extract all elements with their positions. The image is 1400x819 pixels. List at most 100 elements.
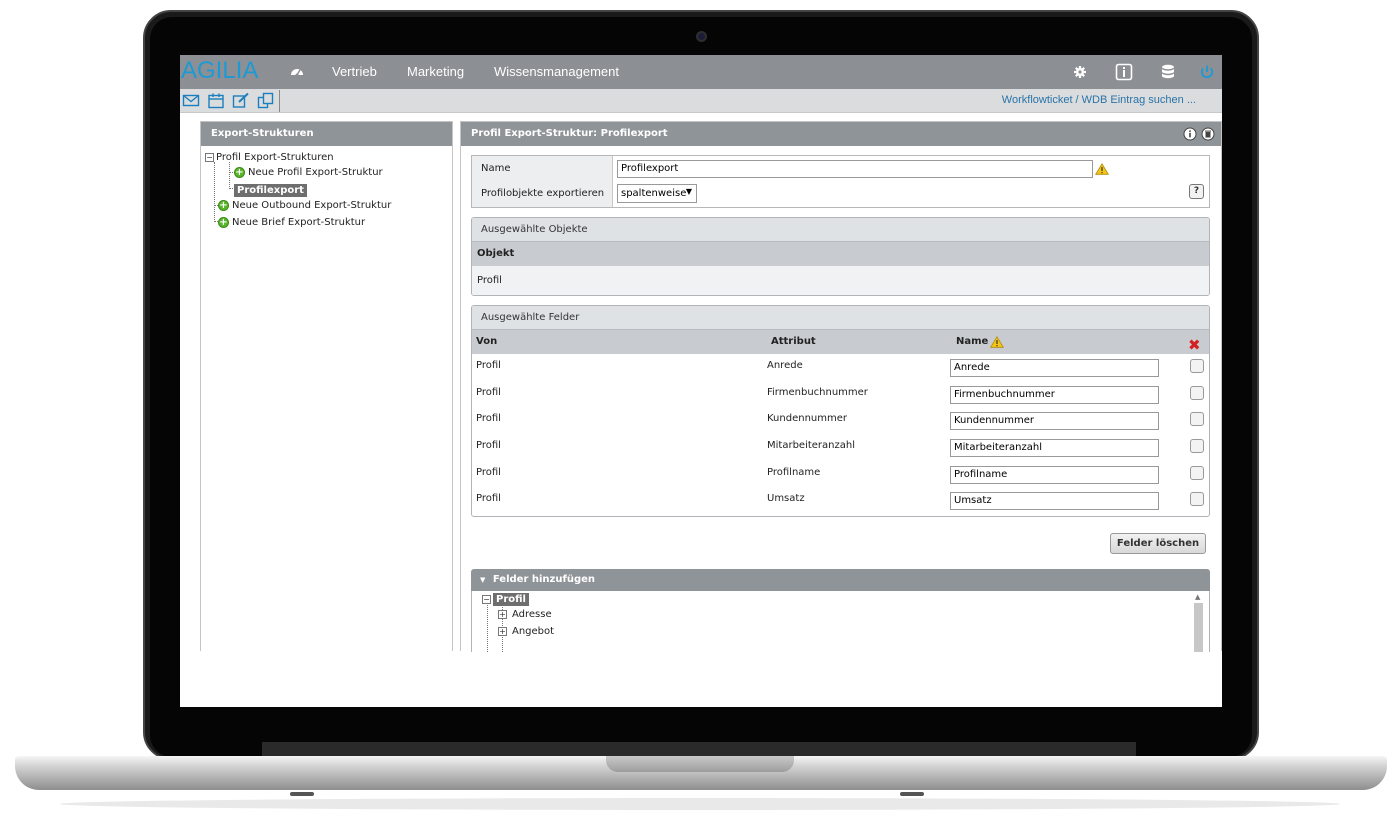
export-settings-form: Name Profilobjekte exportieren Profilexp… (471, 155, 1210, 208)
top-nav-bar: AGILIA Vertrieb Marketing Wissensmanagem… (180, 55, 1222, 89)
tree-node-angebot[interactable]: + Angebot (498, 626, 554, 637)
copy-icon[interactable] (257, 92, 275, 109)
tree-node-root[interactable]: − Profil Export-Strukturen (205, 152, 334, 163)
tree-node-label: Neue Brief Export-Struktur (232, 217, 366, 228)
row-checkbox[interactable] (1190, 385, 1204, 400)
table-row[interactable]: Profil Umsatz Umsatz (472, 487, 1209, 514)
panel-title: Export-Strukturen (201, 122, 452, 146)
tree-node-label: Neue Outbound Export-Struktur (232, 200, 392, 211)
add-fields-accordion-header[interactable]: ▼ Felder hinzufügen (471, 569, 1210, 591)
column-header-von: Von (476, 336, 498, 347)
main-content: Export-Strukturen − Profil Export-Strukt… (180, 113, 1222, 707)
name-label: Name (481, 163, 511, 174)
accordion-title: Felder hinzufügen (492, 574, 595, 585)
von-cell: Profil (476, 466, 501, 478)
scrollbar[interactable]: ▲ (1193, 591, 1203, 652)
von-cell: Profil (476, 386, 501, 398)
field-name-input[interactable]: Profilname (950, 465, 1159, 484)
warning-icon (1095, 163, 1109, 175)
field-name-input[interactable]: Firmenbuchnummer (950, 385, 1159, 404)
field-name-input[interactable]: Mitarbeiteranzahl (950, 439, 1159, 458)
help-button[interactable]: ? (1189, 184, 1204, 199)
row-checkbox[interactable] (1190, 492, 1204, 507)
panel-actions (1183, 127, 1215, 141)
clear-fields-button[interactable]: Felder löschen (1110, 533, 1206, 554)
box-title: Ausgewählte Objekte (472, 218, 1209, 242)
laptop-shadow (60, 798, 1340, 810)
tree-line (487, 603, 488, 652)
nav-vertrieb[interactable]: Vertrieb (332, 64, 377, 79)
attribut-cell: Firmenbuchnummer (767, 386, 868, 398)
toolbar: Workflowticket / WDB Eintrag suchen ... (180, 89, 1222, 113)
laptop-foot (290, 792, 314, 796)
tree-node-label: Neue Profil Export-Struktur (248, 167, 383, 178)
table-row[interactable]: Profil Profilname Profilname (472, 461, 1209, 488)
export-mode-select[interactable]: spaltenweise ▼ (617, 184, 697, 203)
dropdown-arrow-icon: ▼ (685, 187, 692, 196)
row-checkbox[interactable] (1190, 412, 1204, 427)
workflow-search-link[interactable]: Workflowticket / WDB Eintrag suchen ... (1002, 94, 1196, 106)
field-name-input[interactable]: Anrede (950, 359, 1159, 377)
row-checkbox[interactable] (1190, 359, 1204, 373)
tree-node-profilexport[interactable]: Profilexport (234, 184, 307, 197)
scroll-thumb[interactable] (1194, 603, 1203, 652)
add-icon: + (218, 200, 229, 211)
add-icon: + (234, 167, 245, 178)
database-icon[interactable] (1159, 63, 1177, 81)
table-row[interactable]: Profil Firmenbuchnummer Firmenbuchnummer (472, 381, 1209, 408)
trash-icon[interactable] (1201, 127, 1215, 141)
attribut-cell: Mitarbeiteranzahl (767, 440, 855, 452)
table-row[interactable]: Profil Anrede Anrede (472, 354, 1209, 381)
expand-icon[interactable]: + (498, 627, 507, 636)
field-name-input[interactable]: Umsatz (950, 492, 1159, 511)
collapse-icon[interactable]: − (205, 153, 214, 162)
app-logo[interactable]: AGILIA (181, 57, 258, 85)
screen: AGILIA Vertrieb Marketing Wissensmanagem… (180, 55, 1222, 707)
toolbar-divider (279, 90, 280, 112)
column-header-name: Name (956, 336, 989, 347)
scroll-up-arrow-icon[interactable]: ▲ (1195, 593, 1200, 601)
tree-node-label-selected: Profilexport (234, 184, 307, 197)
table-row[interactable]: Profil Kundennummer Kundennummer (472, 407, 1209, 434)
delete-all-icon[interactable]: ✖ (1188, 336, 1201, 354)
export-mode-label: Profilobjekte exportieren (481, 188, 605, 199)
attribut-cell: Umsatz (767, 493, 805, 505)
export-detail-panel: Profil Export-Struktur: Profilexport Nam… (460, 121, 1222, 652)
edit-icon[interactable] (232, 92, 250, 109)
attribut-cell: Profilname (767, 466, 821, 478)
table-header: Von Attribut Name ✖ (472, 330, 1209, 354)
expand-icon[interactable]: + (498, 610, 507, 619)
tree-node-adresse[interactable]: + Adresse (498, 609, 552, 620)
tree-node-new-brief[interactable]: + Neue Brief Export-Struktur (218, 217, 365, 228)
tree-node-new-profile[interactable]: + Neue Profil Export-Struktur (234, 167, 383, 178)
warning-icon (990, 336, 1004, 348)
name-input[interactable]: Profilexport (617, 160, 1093, 178)
expand-arrow-icon: ▼ (480, 576, 486, 584)
gear-icon[interactable] (1071, 63, 1089, 81)
info-icon[interactable] (1115, 63, 1133, 81)
table-row[interactable]: Profil (472, 266, 1209, 295)
nav-wissensmanagement[interactable]: Wissensmanagement (494, 64, 619, 79)
info-circle-icon[interactable] (1183, 127, 1197, 141)
calendar-icon[interactable] (207, 92, 225, 109)
row-checkbox[interactable] (1190, 465, 1204, 480)
box-title: Ausgewählte Felder (472, 306, 1209, 330)
tree-line (214, 162, 215, 220)
column-header-attribut: Attribut (771, 336, 816, 347)
von-cell: Profil (476, 360, 501, 371)
tree-node-new-outbound[interactable]: + Neue Outbound Export-Struktur (218, 200, 391, 211)
von-cell: Profil (476, 413, 501, 425)
tree-node-profil[interactable]: − Profil (482, 593, 529, 606)
collapse-icon[interactable]: − (482, 595, 491, 604)
nav-marketing[interactable]: Marketing (407, 64, 464, 79)
field-name-input[interactable]: Kundennummer (950, 412, 1159, 431)
dashboard-icon[interactable] (290, 65, 304, 79)
mail-icon[interactable] (182, 92, 200, 109)
attribut-cell: Kundennummer (767, 413, 847, 425)
table-row[interactable]: Profil Mitarbeiteranzahl Mitarbeiteranzahl (472, 434, 1209, 461)
von-cell: Profil (476, 440, 501, 452)
power-icon[interactable] (1198, 63, 1216, 81)
row-checkbox[interactable] (1190, 439, 1204, 454)
attribut-cell: Anrede (767, 360, 803, 371)
tree-node-label: Angebot (512, 626, 555, 637)
